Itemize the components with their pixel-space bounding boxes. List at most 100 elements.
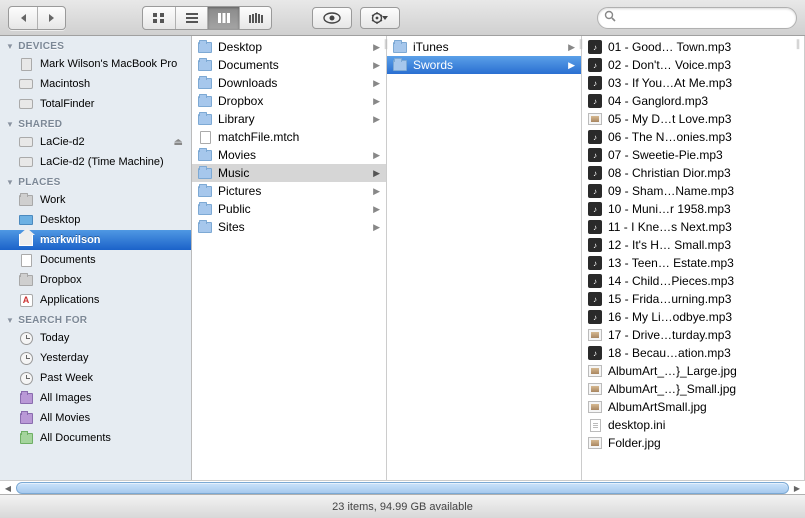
sidebar-item[interactable]: markwilson — [0, 230, 191, 250]
sidebar-item-label: Desktop — [40, 214, 183, 226]
coverflow-view-button[interactable] — [239, 7, 271, 29]
sidebar-item[interactable]: All Images — [0, 388, 191, 408]
column-row[interactable]: Downloads▶ — [192, 74, 386, 92]
sidebar-section-header[interactable]: ▼SHARED — [0, 114, 191, 132]
sidebar[interactable]: ▼DEVICESMark Wilson's MacBook ProMacinto… — [0, 36, 192, 480]
file-label: Library — [218, 112, 368, 126]
smart-icon — [18, 390, 34, 406]
column-row[interactable]: ♪07 - Sweetie-Pie.mp3 — [582, 146, 804, 164]
column-row[interactable]: ♪02 - Don't… Voice.mp3 — [582, 56, 804, 74]
file-label: 02 - Don't… Voice.mp3 — [608, 58, 798, 72]
icon-view-button[interactable] — [143, 7, 175, 29]
eject-icon[interactable]: ⏏ — [174, 137, 183, 148]
column-row[interactable]: ♪08 - Christian Dior.mp3 — [582, 164, 804, 182]
column-row[interactable]: ♪15 - Frida…urning.mp3 — [582, 290, 804, 308]
sidebar-item-label: Yesterday — [40, 352, 183, 364]
file-label: 07 - Sweetie-Pie.mp3 — [608, 148, 798, 162]
column-row[interactable]: AlbumArt_…}_Large.jpg — [582, 362, 804, 380]
file-label: Music — [218, 166, 368, 180]
column-row[interactable]: ♪16 - My Li…odbye.mp3 — [582, 308, 804, 326]
list-view-button[interactable] — [175, 7, 207, 29]
sidebar-item[interactable]: Documents — [0, 250, 191, 270]
back-button[interactable] — [9, 7, 37, 29]
sidebar-item[interactable]: Dropbox — [0, 270, 191, 290]
sidebar-section-header[interactable]: ▼PLACES — [0, 172, 191, 190]
folder-icon — [197, 165, 213, 181]
sidebar-item[interactable]: All Movies — [0, 408, 191, 428]
file-label: 08 - Christian Dior.mp3 — [608, 166, 798, 180]
column-row[interactable]: desktop.ini — [582, 416, 804, 434]
column-resize-handle[interactable]: ∥ — [381, 36, 391, 480]
folder-icon — [197, 147, 213, 163]
column-row[interactable]: Library▶ — [192, 110, 386, 128]
file-label: 01 - Good… Town.mp3 — [608, 40, 798, 54]
sidebar-section-title: SEARCH FOR — [18, 315, 87, 326]
file-label: iTunes — [413, 40, 563, 54]
sidebar-item[interactable]: Mark Wilson's MacBook Pro — [0, 54, 191, 74]
column-row[interactable]: ♪18 - Becau…ation.mp3 — [582, 344, 804, 362]
sidebar-item[interactable]: All Documents — [0, 428, 191, 448]
sidebar-item[interactable]: Past Week — [0, 368, 191, 388]
column-row[interactable]: ♪04 - Ganglord.mp3 — [582, 92, 804, 110]
sidebar-item[interactable]: Desktop — [0, 210, 191, 230]
scroll-left-button[interactable]: ◀ — [1, 481, 15, 495]
horizontal-scrollbar[interactable]: ◀ ▶ — [0, 480, 805, 494]
column-resize-handle[interactable]: ∥ — [793, 36, 803, 480]
column-row[interactable]: matchFile.mtch — [192, 128, 386, 146]
sidebar-item[interactable]: Yesterday — [0, 348, 191, 368]
column-row[interactable]: Sites▶ — [192, 218, 386, 236]
column-row[interactable]: ♪14 - Child…Pieces.mp3 — [582, 272, 804, 290]
column-view-button[interactable] — [207, 7, 239, 29]
sidebar-section-header[interactable]: ▼DEVICES — [0, 36, 191, 54]
column-row[interactable]: AlbumArt_…}_Small.jpg — [582, 380, 804, 398]
sidebar-item[interactable]: LaCie-d2⏏ — [0, 132, 191, 152]
sidebar-item[interactable]: Today — [0, 328, 191, 348]
column-row[interactable]: ♪09 - Sham…Name.mp3 — [582, 182, 804, 200]
search-input[interactable] — [597, 7, 797, 29]
browser-column[interactable]: iTunes ▶ Swords▶ — [387, 36, 582, 480]
column-row[interactable]: Pictures▶ — [192, 182, 386, 200]
column-row[interactable]: Desktop▶ — [192, 38, 386, 56]
column-row[interactable]: ♪12 - It's H… Small.mp3 — [582, 236, 804, 254]
sidebar-item[interactable]: TotalFinder — [0, 94, 191, 114]
column-row[interactable]: 17 - Drive…turday.mp3 — [582, 326, 804, 344]
column-row[interactable]: Public▶ — [192, 200, 386, 218]
column-row[interactable]: ♪10 - Muni…r 1958.mp3 — [582, 200, 804, 218]
scroll-thumb[interactable] — [16, 482, 789, 494]
column-row[interactable]: Folder.jpg — [582, 434, 804, 452]
disclosure-triangle-icon: ▼ — [6, 42, 14, 51]
column-row[interactable]: Documents▶ — [192, 56, 386, 74]
column-row[interactable]: Music▶ — [192, 164, 386, 182]
chevron-right-icon: ▶ — [373, 60, 380, 71]
search-wrap — [597, 7, 797, 29]
sidebar-item[interactable]: AApplications — [0, 290, 191, 310]
column-row[interactable]: ♪06 - The N…onies.mp3 — [582, 128, 804, 146]
column-resize-handle[interactable]: ∥ — [576, 36, 586, 480]
sidebar-item[interactable]: Work — [0, 190, 191, 210]
img-icon — [587, 111, 603, 127]
column-row[interactable]: iTunes ▶ — [387, 38, 581, 56]
file-label: AlbumArtSmall.jpg — [608, 400, 798, 414]
column-row[interactable]: Dropbox▶ — [192, 92, 386, 110]
chevron-right-icon: ▶ — [568, 42, 575, 53]
column-row[interactable]: ♪11 - I Kne…s Next.mp3 — [582, 218, 804, 236]
sidebar-item[interactable]: LaCie-d2 (Time Machine) — [0, 152, 191, 172]
column-row[interactable]: Movies▶ — [192, 146, 386, 164]
column-row[interactable]: ♪03 - If You…At Me.mp3 — [582, 74, 804, 92]
sidebar-item[interactable]: Macintosh — [0, 74, 191, 94]
column-row[interactable]: Swords▶ — [387, 56, 581, 74]
column-row[interactable]: ♪01 - Good… Town.mp3 — [582, 38, 804, 56]
column-row[interactable]: 05 - My D…t Love.mp3 — [582, 110, 804, 128]
scroll-right-button[interactable]: ▶ — [790, 481, 804, 495]
browser-column[interactable]: ♪01 - Good… Town.mp3♪02 - Don't… Voice.m… — [582, 36, 805, 480]
column-row[interactable]: ♪13 - Teen… Estate.mp3 — [582, 254, 804, 272]
action-menu-button[interactable] — [360, 7, 400, 29]
quicklook-button[interactable] — [312, 7, 352, 29]
mp3-icon: ♪ — [587, 237, 603, 253]
file-label: Desktop — [218, 40, 368, 54]
forward-button[interactable] — [37, 7, 65, 29]
file-label: 03 - If You…At Me.mp3 — [608, 76, 798, 90]
column-row[interactable]: AlbumArtSmall.jpg — [582, 398, 804, 416]
sidebar-section-header[interactable]: ▼SEARCH FOR — [0, 310, 191, 328]
browser-column[interactable]: Desktop▶Documents▶Downloads▶Dropbox▶Libr… — [192, 36, 387, 480]
